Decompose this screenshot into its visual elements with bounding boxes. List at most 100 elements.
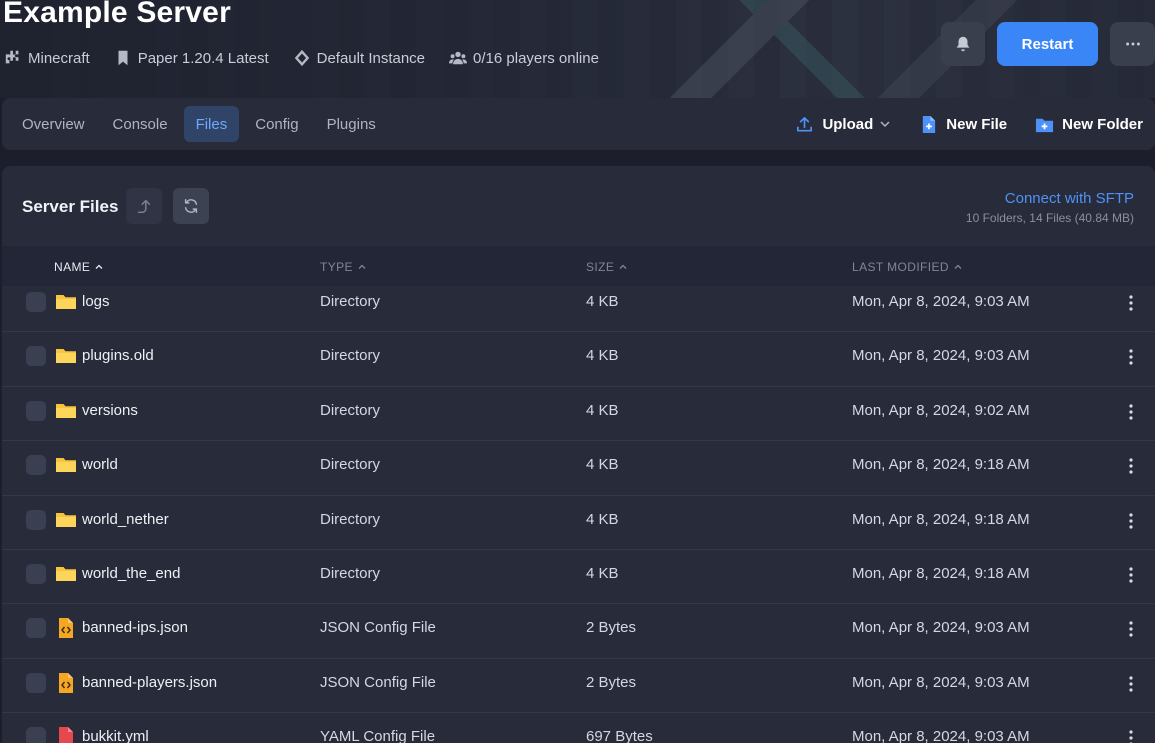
- file-modified: Mon, Apr 8, 2024, 9:03 AM: [852, 347, 1030, 365]
- tab-config[interactable]: Config: [243, 106, 310, 142]
- level-up-icon: [137, 199, 151, 214]
- upload-button[interactable]: Upload: [795, 115, 891, 134]
- file-row[interactable]: world_the_end Directory 4 KB Mon, Apr 8, 20…: [2, 550, 1155, 605]
- new-folder-icon: [1036, 118, 1054, 132]
- file-size: 2 Bytes: [586, 619, 637, 637]
- kebab-menu-icon: [1129, 295, 1133, 311]
- meta-version-label: Paper 1.20.4 Latest: [137, 49, 269, 67]
- more-options-button[interactable]: [1110, 22, 1155, 66]
- row-actions-button[interactable]: [1124, 727, 1138, 743]
- row-checkbox[interactable]: [26, 346, 46, 367]
- row-checkbox[interactable]: [26, 509, 46, 530]
- file-row[interactable]: bukkit.yml YAML Config File 697 Bytes Mon, …: [2, 713, 1155, 743]
- kebab-menu-icon: [1129, 404, 1133, 420]
- notifications-button[interactable]: [941, 22, 985, 66]
- restart-button[interactable]: Restart: [997, 22, 1098, 66]
- row-checkbox[interactable]: [26, 455, 46, 476]
- row-checkbox[interactable]: [26, 563, 46, 584]
- file-size: 4 KB: [586, 564, 619, 582]
- sort-asc-icon: [954, 264, 962, 269]
- kebab-menu-icon: [1129, 730, 1133, 743]
- row-checkbox[interactable]: [26, 672, 46, 693]
- row-actions-button[interactable]: [1124, 346, 1138, 368]
- new-folder-button[interactable]: New Folder: [1035, 115, 1143, 134]
- row-actions-button[interactable]: [1124, 292, 1138, 314]
- parent-directory-button[interactable]: [126, 188, 162, 224]
- file-name[interactable]: bukkit.yml: [82, 728, 149, 743]
- file-type: Directory: [320, 456, 381, 474]
- row-actions-button[interactable]: [1124, 401, 1138, 423]
- column-header-type[interactable]: TYPE: [320, 260, 367, 274]
- diamond-icon: [294, 49, 309, 67]
- new-file-button[interactable]: New File: [919, 115, 1007, 134]
- sort-asc-icon: [619, 264, 627, 269]
- file-size: 697 Bytes: [586, 728, 653, 743]
- connect-sftp-link[interactable]: Connect with SFTP: [1005, 190, 1134, 207]
- row-checkbox[interactable]: [26, 292, 46, 312]
- file-type: Directory: [320, 401, 381, 419]
- file-modified: Mon, Apr 8, 2024, 9:03 AM: [852, 619, 1030, 637]
- kebab-menu-icon: [1129, 567, 1133, 583]
- file-row[interactable]: versions Directory 4 KB Mon, Apr 8, 2024, 9…: [2, 387, 1155, 442]
- column-header-name[interactable]: NAME: [54, 260, 104, 274]
- kebab-menu-icon: [1129, 458, 1133, 474]
- server-files-page: Example Server Minecraft Paper 1.20.4 La…: [0, 0, 1155, 743]
- file-modified: Mon, Apr 8, 2024, 9:18 AM: [852, 510, 1030, 528]
- file-modified: Mon, Apr 8, 2024, 9:03 AM: [852, 728, 1030, 743]
- file-actions: Upload New File New Folder: [767, 106, 1143, 142]
- file-row[interactable]: banned-players.json JSON Config File 2 Byt…: [2, 659, 1155, 714]
- row-actions-button[interactable]: [1124, 564, 1138, 586]
- file-row[interactable]: plugins.old Directory 4 KB Mon, Apr 8, 2024…: [2, 332, 1155, 387]
- column-modified-label: LAST MODIFIED: [852, 260, 949, 274]
- column-header-modified[interactable]: LAST MODIFIED: [852, 260, 963, 274]
- file-row[interactable]: logs Directory 4 KB Mon, Apr 8, 2024, 9:03 …: [2, 278, 1155, 333]
- file-row[interactable]: banned-ips.json JSON Config File 2 Bytes Mo…: [2, 604, 1155, 659]
- chevron-down-icon: [880, 121, 890, 128]
- json-file-icon: [55, 617, 77, 639]
- file-row[interactable]: world Directory 4 KB Mon, Apr 8, 2024, 9:18…: [2, 441, 1155, 496]
- meta-version: Paper 1.20.4 Latest: [114, 49, 269, 67]
- file-modified: Mon, Apr 8, 2024, 9:03 AM: [852, 673, 1030, 691]
- file-type: JSON Config File: [320, 619, 436, 637]
- row-checkbox[interactable]: [26, 618, 46, 639]
- meta-instance-label: Default Instance: [316, 49, 426, 67]
- file-name[interactable]: banned-ips.json: [82, 619, 188, 636]
- file-name[interactable]: banned-players.json: [82, 674, 217, 691]
- tab-plugins[interactable]: Plugins: [315, 106, 388, 142]
- column-header-size[interactable]: SIZE: [586, 260, 628, 274]
- file-size: 4 KB: [586, 401, 619, 419]
- sort-asc-icon: [358, 264, 366, 269]
- file-name[interactable]: world: [82, 456, 118, 473]
- row-actions-button[interactable]: [1124, 455, 1138, 477]
- folder-icon: [55, 345, 77, 367]
- row-checkbox[interactable]: [26, 727, 46, 743]
- file-size: 4 KB: [586, 456, 619, 474]
- folder-icon: [55, 291, 77, 313]
- refresh-button[interactable]: [173, 188, 209, 224]
- file-row[interactable]: world_nether Directory 4 KB Mon, Apr 8, 202…: [2, 496, 1155, 550]
- file-type: Directory: [320, 564, 381, 582]
- server-files-panel: Server Files Connect with SFTP 10 Folder…: [2, 166, 1155, 743]
- row-checkbox[interactable]: [26, 400, 46, 421]
- files-summary: 10 Folders, 14 Files (40.84 MB): [965, 211, 1134, 225]
- file-name[interactable]: versions: [82, 402, 138, 419]
- row-actions-button[interactable]: [1124, 673, 1138, 695]
- tab-console[interactable]: Console: [101, 106, 180, 142]
- file-name[interactable]: world_nether: [82, 511, 169, 528]
- file-modified: Mon, Apr 8, 2024, 9:18 AM: [852, 564, 1030, 582]
- file-size: 4 KB: [586, 347, 619, 365]
- file-type: JSON Config File: [320, 673, 436, 691]
- row-actions-button[interactable]: [1124, 618, 1138, 640]
- file-name[interactable]: plugins.old: [82, 347, 154, 364]
- file-type: Directory: [320, 293, 381, 310]
- tab-files[interactable]: Files: [183, 106, 240, 142]
- row-actions-button[interactable]: [1124, 510, 1138, 532]
- yaml-file-icon: [55, 726, 77, 743]
- file-name[interactable]: world_the_end: [82, 565, 180, 582]
- bookmark-icon: [118, 50, 128, 66]
- kebab-menu-icon: [1129, 621, 1133, 637]
- tab-overview[interactable]: Overview: [10, 106, 97, 142]
- file-name[interactable]: logs: [82, 293, 110, 310]
- file-size: 4 KB: [586, 510, 619, 528]
- folder-icon: [55, 400, 77, 422]
